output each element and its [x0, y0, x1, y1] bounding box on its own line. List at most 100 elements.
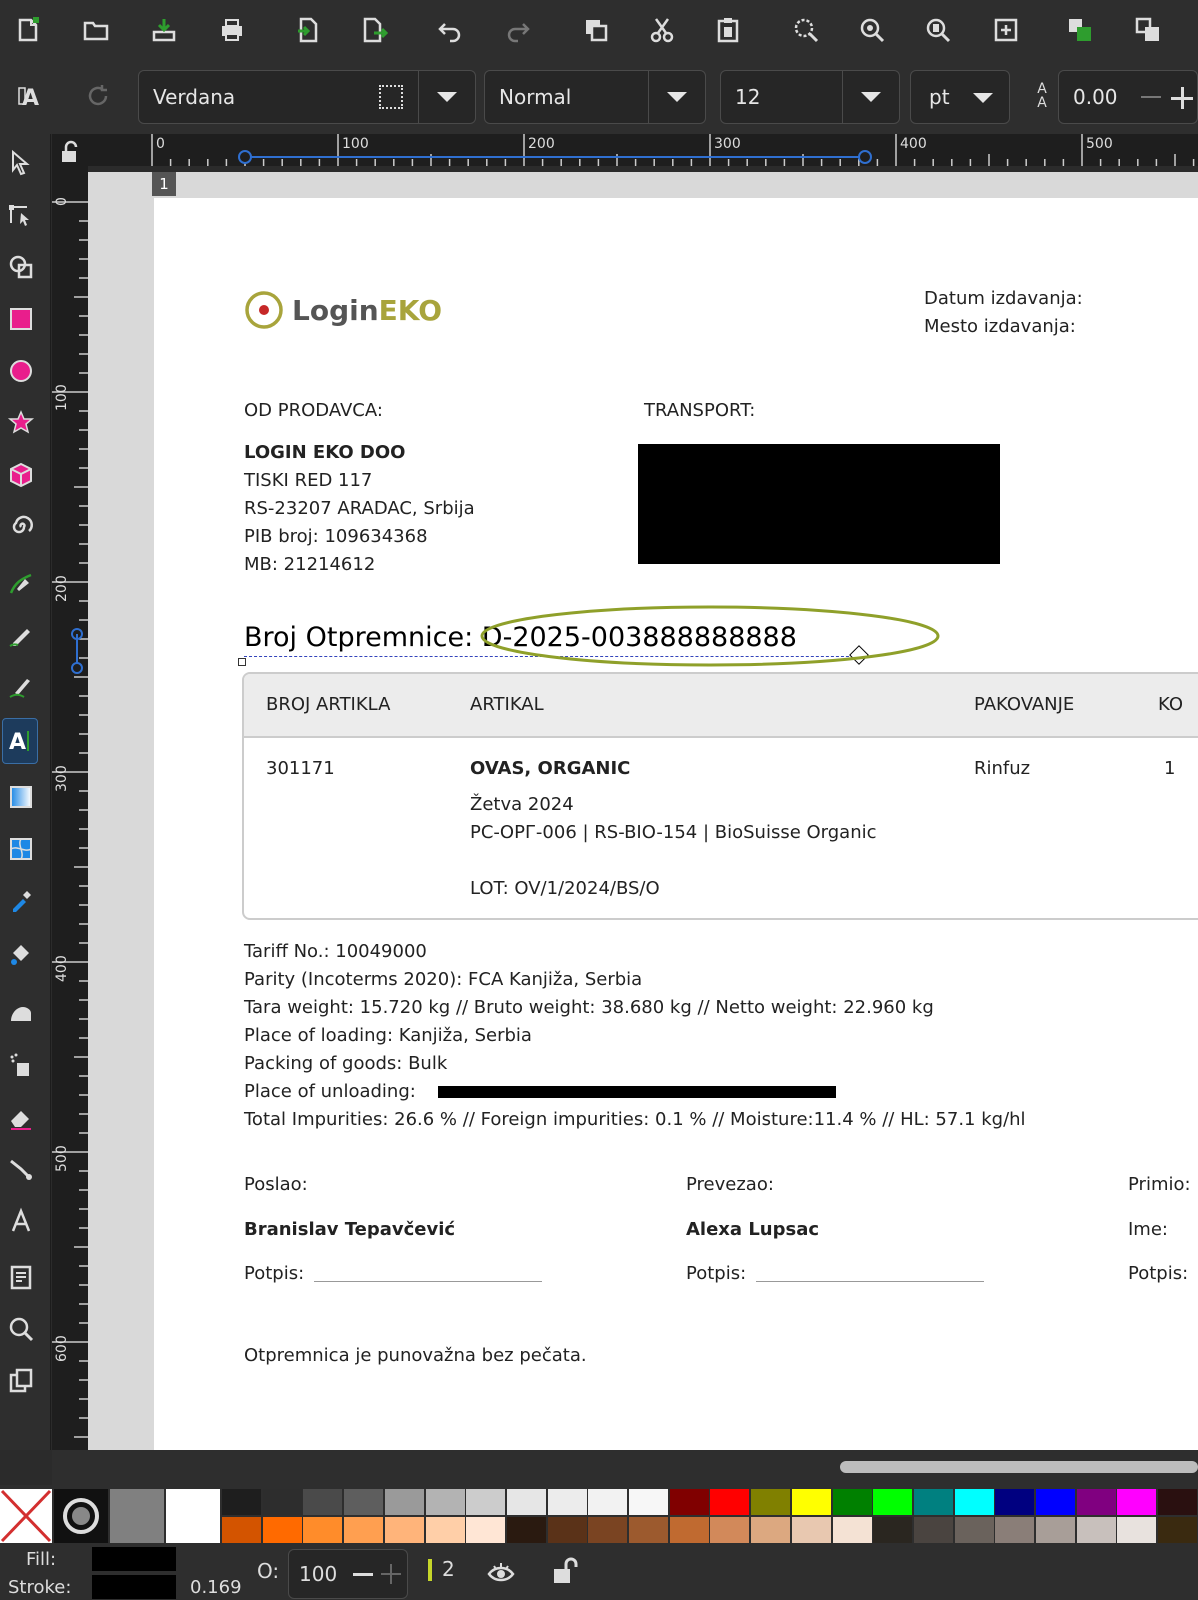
- redacted-transport-block[interactable]: [638, 444, 1000, 564]
- raise-to-top-icon[interactable]: [1062, 12, 1098, 48]
- stroke-width-value[interactable]: 0.169: [190, 1577, 242, 1598]
- color-swatch[interactable]: [995, 1489, 1035, 1515]
- color-swatch[interactable]: [629, 1517, 668, 1543]
- dropper-tool-icon[interactable]: [4, 884, 38, 918]
- lower-to-bottom-icon[interactable]: [1130, 12, 1166, 48]
- color-swatch[interactable]: [262, 1517, 302, 1543]
- color-swatch[interactable]: [954, 1489, 994, 1515]
- seller-city[interactable]: RS-23207 ARADAC, Srbija: [244, 498, 475, 519]
- issue-place-label[interactable]: Mesto izdavanja:: [924, 316, 1076, 337]
- color-swatch[interactable]: [629, 1489, 668, 1515]
- pen-tool-icon[interactable]: [4, 566, 38, 600]
- connector-tool-icon[interactable]: [4, 1152, 38, 1186]
- spray-tool-icon[interactable]: [4, 1048, 38, 1082]
- rotate-icon[interactable]: [80, 78, 116, 114]
- font-preview-icon[interactable]: [379, 85, 403, 109]
- color-swatch[interactable]: [547, 1489, 587, 1515]
- color-swatch[interactable]: [384, 1517, 424, 1543]
- ruler-selection-start-handle[interactable]: [238, 150, 252, 164]
- tweak-tool-icon[interactable]: [4, 996, 38, 1030]
- document-page[interactable]: LoginEKO Datum izdavanja: Mesto izdavanj…: [154, 198, 1198, 1450]
- color-swatch[interactable]: [995, 1517, 1035, 1543]
- color-swatch[interactable]: [873, 1489, 913, 1515]
- calligraphy-tool-icon[interactable]: [4, 670, 38, 704]
- detail-weights[interactable]: Tara weight: 15.720 kg // Bruto weight: …: [244, 997, 934, 1018]
- item-name[interactable]: OVAS, ORGANIC: [470, 758, 630, 779]
- color-swatch[interactable]: [710, 1517, 750, 1543]
- letter-spacing-spinbox[interactable]: 0.00: [1058, 70, 1198, 124]
- cut-icon[interactable]: [644, 12, 680, 48]
- selector-tool-icon[interactable]: [4, 146, 38, 180]
- zoom-tool-icon[interactable]: [4, 1312, 38, 1346]
- seller-pib[interactable]: PIB broj: 109634368: [244, 526, 428, 547]
- color-swatch[interactable]: [954, 1517, 994, 1543]
- sent-by-label[interactable]: Poslao:: [244, 1174, 308, 1195]
- color-swatch[interactable]: [547, 1517, 587, 1543]
- issue-date-label[interactable]: Datum izdavanja:: [924, 288, 1083, 309]
- items-table[interactable]: BROJ ARTIKLA ARTIKAL PAKOVANJE KO 301171…: [242, 672, 1198, 920]
- detail-parity[interactable]: Parity (Incoterms 2020): FCA Kanjiža, Se…: [244, 969, 642, 990]
- no-paint-swatch[interactable]: [0, 1489, 52, 1543]
- open-folder-icon[interactable]: [78, 12, 114, 48]
- unset-paint-swatch[interactable]: [54, 1489, 108, 1543]
- color-swatch[interactable]: [913, 1489, 953, 1515]
- signature-label[interactable]: Potpis:: [1128, 1263, 1188, 1284]
- table-header-cell[interactable]: BROJ ARTIKLA: [266, 694, 390, 715]
- print-icon[interactable]: [214, 12, 250, 48]
- zoom-selection-icon[interactable]: [788, 12, 824, 48]
- star-tool-icon[interactable]: [4, 406, 38, 440]
- color-swatch[interactable]: [751, 1517, 791, 1543]
- new-document-icon[interactable]: [10, 12, 46, 48]
- item-lot[interactable]: LOT: OV/1/2024/BS/O: [470, 878, 660, 899]
- seller-street[interactable]: TISKI RED 117: [244, 470, 372, 491]
- color-swatch[interactable]: [669, 1517, 709, 1543]
- font-style-combo[interactable]: Normal: [484, 70, 706, 124]
- seller-mb[interactable]: MB: 21214612: [244, 554, 375, 575]
- save-icon[interactable]: [146, 12, 182, 48]
- visibility-eye-icon[interactable]: [486, 1557, 516, 1587]
- fit-page-icon[interactable]: [988, 12, 1024, 48]
- ruler-selection-end-handle[interactable]: [858, 150, 872, 164]
- stroke-indicator[interactable]: [92, 1575, 176, 1599]
- ruler-selection-start-handle[interactable]: [71, 628, 83, 640]
- color-swatch[interactable]: [262, 1489, 302, 1515]
- horizontal-scrollbar-thumb[interactable]: [840, 1461, 1198, 1473]
- ruler-selection-end-handle[interactable]: [71, 662, 83, 674]
- white-swatch[interactable]: [166, 1489, 220, 1543]
- seller-name[interactable]: LOGIN EKO DOO: [244, 442, 405, 463]
- export-icon[interactable]: [356, 12, 392, 48]
- redo-icon[interactable]: [500, 12, 536, 48]
- detail-loading-place[interactable]: Place of loading: Kanjiža, Serbia: [244, 1025, 532, 1046]
- detail-tariff[interactable]: Tariff No.: 10049000: [244, 941, 427, 962]
- vertical-ruler[interactable]: 0 100 200 300 400 500 600: [52, 166, 88, 1450]
- color-swatch[interactable]: [506, 1517, 546, 1543]
- color-swatch[interactable]: [506, 1489, 546, 1515]
- transported-by-label[interactable]: Prevezao:: [686, 1174, 774, 1195]
- color-swatch[interactable]: [1158, 1489, 1198, 1515]
- signature-label[interactable]: Potpis:: [686, 1263, 746, 1284]
- color-swatch[interactable]: [832, 1517, 872, 1543]
- color-swatch[interactable]: [466, 1489, 506, 1515]
- color-swatch[interactable]: [303, 1517, 343, 1543]
- color-swatch[interactable]: [466, 1517, 506, 1543]
- color-swatch[interactable]: [791, 1489, 831, 1515]
- color-swatch[interactable]: [832, 1489, 872, 1515]
- table-header-cell[interactable]: KO: [1158, 694, 1183, 715]
- gradient-tool-icon[interactable]: [4, 780, 38, 814]
- color-swatch[interactable]: [751, 1489, 791, 1515]
- duplicate-icon[interactable]: [578, 12, 614, 48]
- seller-heading[interactable]: OD PRODAVCA:: [244, 400, 383, 421]
- shape-builder-icon[interactable]: [4, 250, 38, 284]
- decrease-icon[interactable]: [353, 1573, 373, 1576]
- color-swatch[interactable]: [873, 1517, 913, 1543]
- received-by-label[interactable]: Primio:: [1128, 1174, 1191, 1195]
- lock-guides-icon[interactable]: [58, 140, 82, 164]
- paint-bucket-icon[interactable]: [4, 936, 38, 970]
- unit-combo[interactable]: pt: [910, 70, 1010, 124]
- horizontal-ruler[interactable]: 0 100 200 300 400 500: [52, 134, 1198, 166]
- undo-icon[interactable]: [432, 12, 468, 48]
- detail-impurities[interactable]: Total Impurities: 26.6 % // Foreign impu…: [244, 1109, 1026, 1130]
- color-swatch[interactable]: [222, 1517, 261, 1543]
- color-swatch[interactable]: [425, 1517, 465, 1543]
- color-swatch[interactable]: [791, 1517, 831, 1543]
